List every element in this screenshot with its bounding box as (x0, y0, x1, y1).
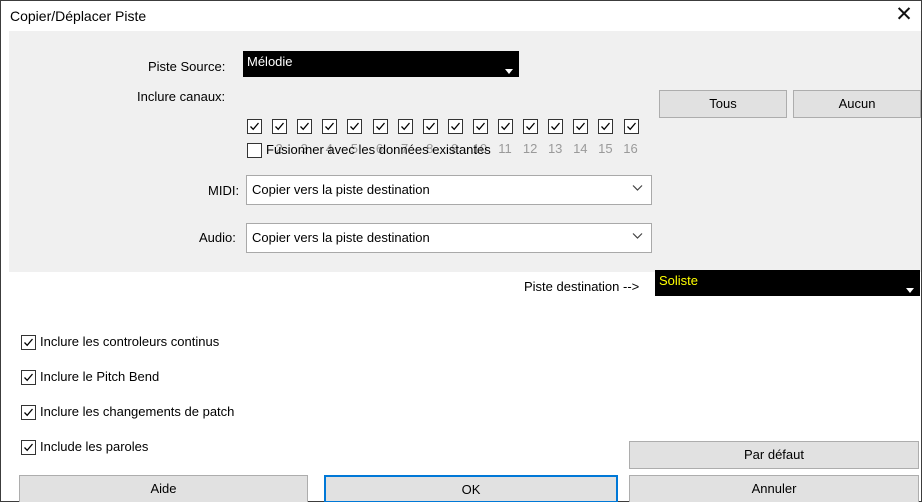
help-button[interactable]: Aide (19, 475, 308, 502)
channel-checkbox[interactable] (422, 119, 438, 134)
midi-action-select[interactable]: Copier vers la piste destination (246, 175, 652, 205)
source-track-value: Mélodie (247, 54, 293, 69)
midi-action-value: Copier vers la piste destination (252, 182, 430, 197)
default-button[interactable]: Par défaut (629, 441, 919, 469)
dialog-title: Copier/Déplacer Piste (10, 8, 147, 24)
channel-checkbox[interactable] (498, 119, 513, 134)
close-icon[interactable]: ✕ (891, 3, 917, 27)
source-track-select[interactable]: Mélodie (243, 51, 519, 77)
channel-number: 12 (522, 141, 538, 156)
channel-number: 11 (498, 141, 512, 156)
audio-action-value: Copier vers la piste destination (252, 230, 430, 245)
track-settings-panel: Piste Source: Mélodie Inclure canaux: 12… (9, 31, 921, 294)
destination-track-label: Piste destination --> (524, 279, 640, 294)
title-bar: Copier/Déplacer Piste ✕ (1, 1, 921, 31)
option-label: Inclure les controleurs continus (40, 334, 220, 349)
merge-label: Fusionner avec les données existantes (266, 142, 491, 157)
option-label: Include les paroles (40, 439, 149, 454)
channel-checkbox[interactable] (573, 119, 589, 134)
channel-checkbox[interactable] (447, 119, 463, 134)
source-track-label: Piste Source: (148, 59, 226, 74)
channel-checkbox[interactable] (272, 119, 288, 134)
merge-checkbox[interactable] (247, 143, 262, 158)
destination-track-value: Soliste (659, 273, 699, 288)
channel-checkbox[interactable] (347, 119, 363, 134)
channel-checkbox[interactable] (297, 119, 313, 134)
dropdown-arrow-icon (906, 288, 914, 293)
option-label: Inclure les changements de patch (40, 404, 235, 419)
option-checkbox[interactable] (21, 370, 36, 385)
chevron-down-icon (632, 233, 643, 239)
audio-action-select[interactable]: Copier vers la piste destination (246, 223, 652, 253)
channel-number: 14 (573, 141, 588, 156)
channel-checkbox[interactable] (372, 119, 388, 134)
channel-checkbox[interactable] (322, 119, 338, 134)
channel-number: 13 (547, 141, 563, 156)
channel-checkbox[interactable] (548, 119, 564, 134)
channel-number: 16 (623, 141, 638, 156)
channel-checkbox[interactable] (472, 119, 488, 134)
channel-checkbox[interactable] (523, 119, 539, 134)
channel-checkbox[interactable] (397, 119, 413, 134)
channel-checkbox[interactable] (598, 119, 614, 134)
channels-label: Inclure canaux: (137, 89, 226, 104)
option-label: Inclure le Pitch Bend (40, 369, 160, 384)
chevron-down-icon (632, 185, 643, 191)
dropdown-arrow-icon (505, 69, 513, 74)
channel-number: 15 (598, 141, 613, 156)
midi-label: MIDI: (208, 183, 240, 198)
cancel-button[interactable]: Annuler (629, 475, 919, 502)
ok-button[interactable]: OK (324, 475, 618, 502)
option-checkbox[interactable] (21, 405, 36, 420)
select-no-channels-button[interactable]: Aucun (793, 90, 921, 118)
channel-checkbox[interactable] (247, 119, 262, 134)
channel-checkbox[interactable] (623, 119, 639, 134)
select-all-channels-button[interactable]: Tous (659, 90, 787, 118)
copy-move-track-dialog: Copier/Déplacer Piste ✕ Piste Source: Mé… (0, 0, 922, 502)
destination-track-select[interactable]: Soliste (655, 270, 920, 296)
option-checkbox[interactable] (21, 440, 36, 455)
option-checkbox[interactable] (21, 335, 36, 350)
audio-label: Audio: (199, 230, 236, 245)
